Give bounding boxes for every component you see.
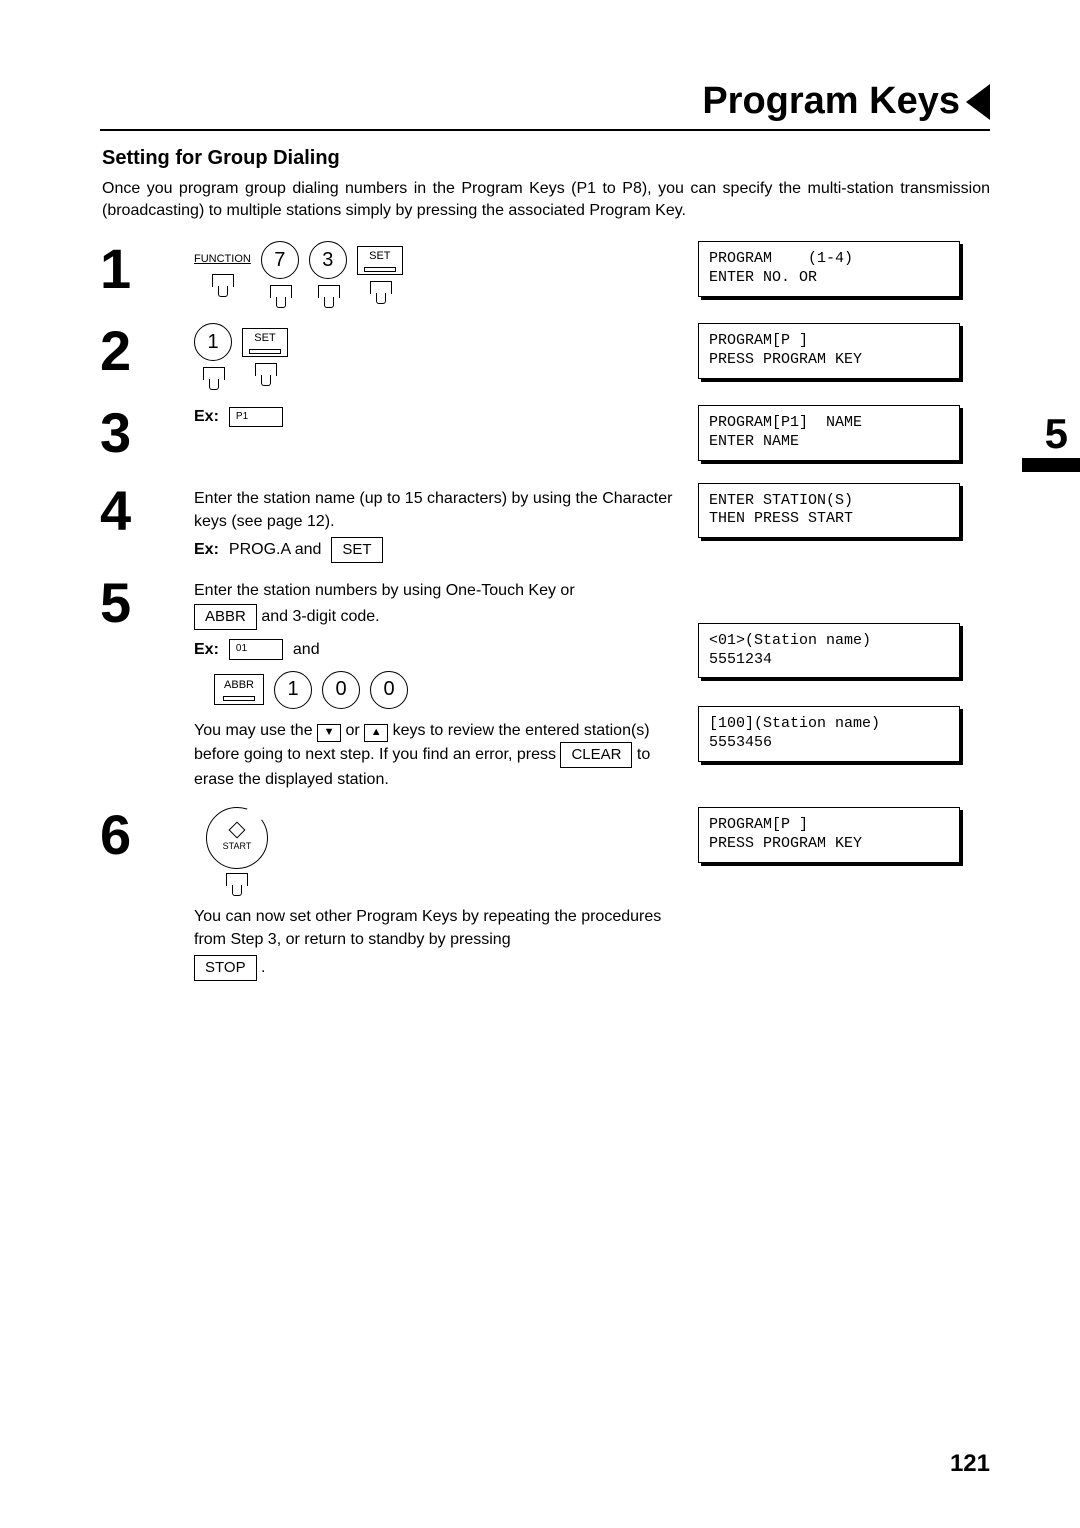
- example-label: Ex:: [194, 538, 219, 561]
- stop-button-cap: STOP: [194, 955, 257, 981]
- display-col: PROGRAM (1-4) ENTER NO. OR: [698, 241, 958, 311]
- key-bar-icon: [364, 267, 396, 272]
- step5-text1: Enter the station numbers by using One-T…: [194, 582, 575, 599]
- key-bar-icon: [223, 696, 255, 701]
- start-key-label: START: [223, 840, 252, 853]
- press-icon: [199, 367, 227, 393]
- step-content: Enter the station numbers by using One-T…: [194, 575, 674, 795]
- abbr-key: ABBR: [214, 674, 264, 705]
- divider: [100, 129, 990, 131]
- display-col: ENTER STATION(S) THEN PRESS START: [698, 483, 958, 563]
- step-number: 6: [100, 807, 170, 985]
- step-number: 3: [100, 405, 170, 471]
- step-content: 1 SET: [194, 323, 674, 393]
- step-number: 4: [100, 483, 170, 563]
- step6-text: You can now set other Program Keys by re…: [194, 908, 661, 948]
- example-label: Ex:: [194, 405, 219, 428]
- step-content: Enter the station name (up to 15 charact…: [194, 483, 674, 563]
- press-icon: [314, 285, 342, 311]
- chapter-number: 5: [1045, 410, 1068, 458]
- digit-key-1: 1: [274, 671, 312, 709]
- step5-review1: You may use the: [194, 722, 317, 739]
- press-icon: [266, 285, 294, 311]
- down-arrow-key: ▼: [317, 724, 341, 742]
- press-icon: [366, 281, 394, 307]
- up-arrow-key: ▲: [364, 724, 388, 742]
- set-key-label: SET: [369, 249, 390, 265]
- abbr-key-label: ABBR: [224, 678, 254, 694]
- one-touch-01-key: 01: [229, 639, 283, 660]
- chapter-tab-bar: [1022, 458, 1080, 472]
- function-key-label: FUNCTION: [194, 252, 251, 268]
- set-button-cap: SET: [331, 537, 382, 563]
- press-icon: [208, 274, 236, 300]
- example-label: Ex:: [194, 638, 219, 661]
- step-number: 1: [100, 241, 170, 311]
- step-number: 5: [100, 575, 170, 795]
- display-col: PROGRAM[P ] PRESS PROGRAM KEY: [698, 807, 958, 985]
- digit-key-0: 0: [370, 671, 408, 709]
- example-value: PROG.A and: [229, 538, 322, 561]
- set-key-label: SET: [254, 331, 275, 347]
- intro-text: Once you program group dialing numbers i…: [102, 178, 990, 221]
- chapter-side-tab: 5: [1022, 410, 1080, 472]
- lcd-display: <01>(Station name) 5551234: [698, 623, 960, 679]
- step5-text1b: and 3-digit code.: [261, 608, 379, 625]
- lcd-display: PROGRAM (1-4) ENTER NO. OR: [698, 241, 960, 297]
- display-col: PROGRAM[P ] PRESS PROGRAM KEY: [698, 323, 958, 393]
- step-content: FUNCTION 7 3 SET: [194, 241, 674, 311]
- left-arrow-icon: [966, 84, 990, 120]
- set-key: SET: [242, 328, 288, 357]
- diamond-icon: [229, 821, 246, 838]
- step-content: START You can now set other Program Keys…: [194, 807, 674, 985]
- page-number: 121: [950, 1450, 990, 1478]
- step5-review2: or: [346, 722, 365, 739]
- page-title: Program Keys: [702, 80, 960, 123]
- digit-key-7: 7: [261, 241, 299, 279]
- step-number: 2: [100, 323, 170, 393]
- step-content: Ex: P1: [194, 405, 674, 471]
- manual-page: Program Keys Setting for Group Dialing O…: [0, 0, 1080, 1528]
- display-col: <01>(Station name) 5551234 [100](Station…: [698, 575, 958, 795]
- press-icon: [251, 363, 279, 389]
- set-key: SET: [357, 246, 403, 275]
- lcd-display: ENTER STATION(S) THEN PRESS START: [698, 483, 960, 539]
- start-key: START: [206, 807, 268, 869]
- digit-key-1: 1: [194, 323, 232, 361]
- digit-key-3: 3: [309, 241, 347, 279]
- press-icon: [222, 873, 250, 899]
- p1-key: P1: [229, 407, 283, 428]
- steps-list: 1 FUNCTION 7 3 SET: [100, 241, 990, 985]
- clear-button-cap: CLEAR: [560, 742, 632, 768]
- lcd-display: PROGRAM[P ] PRESS PROGRAM KEY: [698, 323, 960, 379]
- step4-text: Enter the station name (up to 15 charact…: [194, 487, 674, 533]
- sub-heading: Setting for Group Dialing: [102, 147, 990, 170]
- lcd-display: PROGRAM[P1] NAME ENTER NAME: [698, 405, 960, 461]
- digit-key-0: 0: [322, 671, 360, 709]
- key-bar-icon: [249, 349, 281, 354]
- lcd-display: PROGRAM[P ] PRESS PROGRAM KEY: [698, 807, 960, 863]
- and-label: and: [293, 638, 320, 661]
- lcd-display: [100](Station name) 5553456: [698, 706, 960, 762]
- title-bar: Program Keys: [100, 80, 990, 123]
- abbr-button-cap: ABBR: [194, 604, 257, 630]
- display-col: PROGRAM[P1] NAME ENTER NAME: [698, 405, 958, 471]
